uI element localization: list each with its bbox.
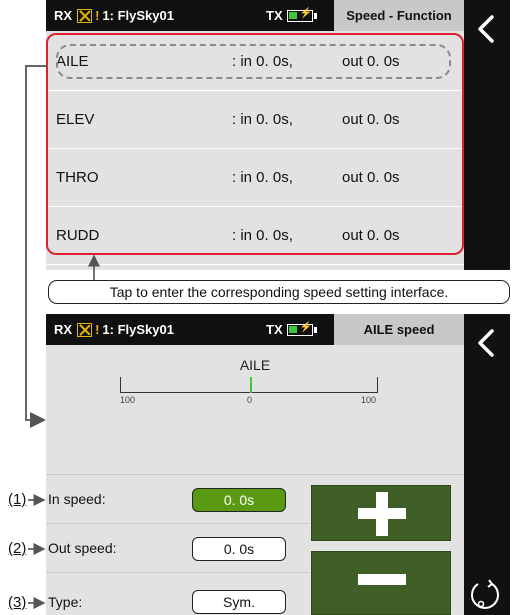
type-label: Type:	[48, 594, 83, 610]
status-bar: RX ! 1: FlySky01 TX ⚡ Speed - Function	[46, 0, 464, 31]
battery-icon: ⚡	[286, 322, 317, 336]
status-bar: RX ! 1: FlySky01 TX ⚡ AILE speed	[46, 314, 464, 345]
tx-label: TX	[266, 8, 283, 23]
tx-status: TX ⚡	[266, 322, 317, 337]
annotation-1: (1)	[8, 491, 27, 508]
minus-icon	[358, 574, 406, 585]
decrease-button[interactable]	[311, 551, 451, 615]
type-field[interactable]: Sym.	[192, 590, 286, 614]
back-chevron-icon[interactable]	[474, 14, 498, 44]
back-chevron-icon[interactable]	[474, 328, 498, 358]
out-speed-field[interactable]: 0. 0s	[192, 537, 286, 561]
model-name: 1: FlySky01	[102, 322, 174, 337]
in-speed-label: In speed:	[48, 491, 106, 507]
annotation-3: (3)	[8, 594, 27, 611]
rx-label: RX	[54, 8, 73, 23]
gauge-right-label: 100	[361, 395, 377, 405]
battery-icon: ⚡	[286, 8, 317, 22]
annotation-2: (2)	[8, 540, 27, 557]
function-title: AILE speed	[334, 314, 464, 345]
increase-button[interactable]	[311, 485, 451, 541]
tx-label: TX	[266, 322, 283, 337]
warning-icon: !	[95, 8, 100, 23]
selected-row-highlight	[56, 44, 451, 79]
side-bar	[464, 0, 510, 270]
x-box-icon	[77, 322, 93, 337]
channel-gauge	[120, 377, 378, 393]
tx-status: TX ⚡	[266, 8, 317, 23]
side-bar	[464, 314, 510, 615]
aile-speed-screen: RX ! 1: FlySky01 TX ⚡ AILE speed AILE 10…	[46, 314, 464, 615]
return-icon[interactable]	[468, 578, 502, 612]
function-title: Speed - Function	[334, 0, 464, 31]
in-speed-field[interactable]: 0. 0s	[192, 488, 286, 512]
gauge-title: AILE	[239, 357, 271, 373]
model-name: 1: FlySky01	[102, 8, 174, 23]
rx-status: RX ! 1: FlySky01	[54, 8, 174, 23]
instruction-caption: Tap to enter the corresponding speed set…	[48, 280, 510, 304]
warning-icon: !	[95, 322, 100, 337]
rx-label: RX	[54, 322, 73, 337]
gauge-center-label: 0	[247, 395, 253, 405]
gauge-left-label: 100	[120, 395, 136, 405]
gauge-indicator	[250, 377, 252, 393]
x-box-icon	[77, 8, 93, 23]
rx-status: RX ! 1: FlySky01	[54, 322, 174, 337]
out-speed-label: Out speed:	[48, 540, 117, 556]
